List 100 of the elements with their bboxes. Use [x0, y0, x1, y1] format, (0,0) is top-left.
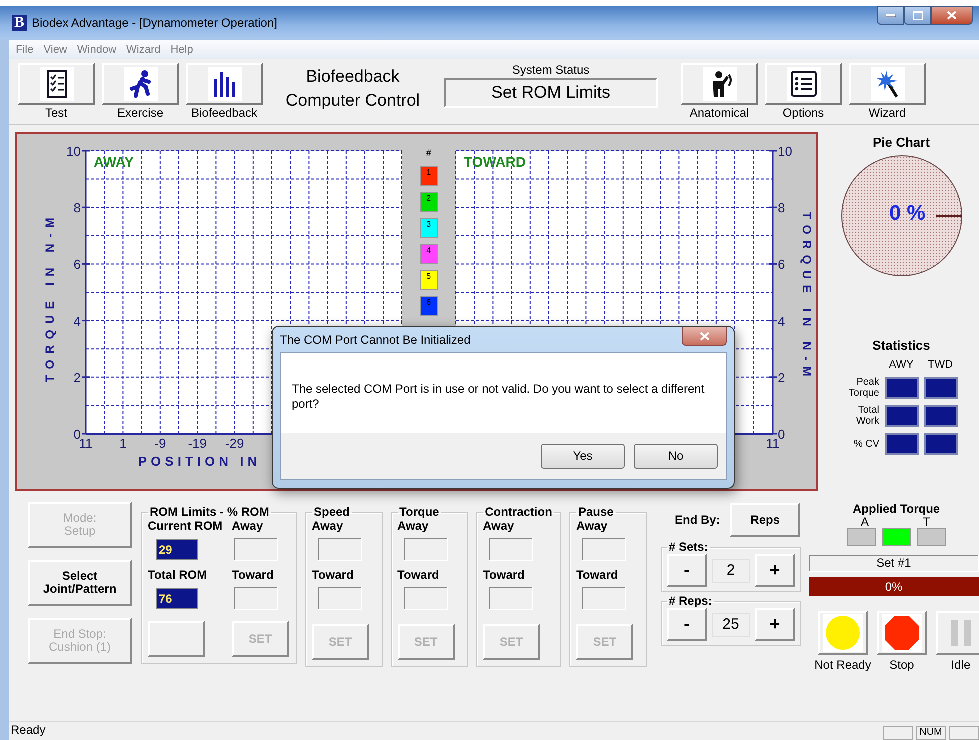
end-by-button[interactable]: Reps — [730, 503, 800, 537]
legend-key: 4 — [420, 244, 438, 264]
statistic-value-box — [884, 405, 918, 427]
statistics-row-label: Total Work — [855, 405, 880, 427]
field-label: Away — [576, 519, 608, 533]
legend-key: 3 — [420, 218, 438, 238]
input-field[interactable] — [582, 538, 626, 561]
app-icon: B — [12, 14, 27, 30]
toolbar-label: Biofeedback — [191, 106, 258, 120]
count-field[interactable]: 2 — [712, 558, 750, 582]
group-title: ROM Limits - % ROM — [149, 505, 270, 519]
dialog-message: The selected COM Port is in use or not valid. Do you want to select a different port? — [292, 382, 706, 412]
stop-sign-icon — [884, 615, 920, 651]
input-field[interactable] — [404, 538, 448, 561]
y-tick-label: 2 — [778, 370, 786, 386]
input-field[interactable] — [318, 587, 362, 610]
group-title: Speed — [313, 505, 352, 519]
applied-torque-title: Applied Torque — [852, 502, 940, 516]
group-title: # Sets: — [668, 540, 710, 554]
input-field[interactable] — [489, 538, 534, 561]
dialog-title: The COM Port Cannot Be Initialized — [280, 332, 471, 346]
decrement-button[interactable]: - — [666, 554, 707, 587]
input-field[interactable] — [234, 538, 278, 561]
dialog-button[interactable]: No — [634, 444, 718, 468]
statistic-value-box — [884, 433, 918, 455]
field-label: Away — [398, 519, 429, 533]
x-tick-label: 11 — [80, 436, 94, 451]
input-field[interactable] — [489, 587, 534, 610]
increment-button[interactable]: + — [754, 554, 795, 587]
statistics-title: Statistics — [872, 338, 930, 353]
increment-button[interactable]: + — [754, 608, 795, 641]
maximize-icon — [912, 11, 922, 20]
magic-wand-icon — [870, 67, 904, 101]
close-icon — [700, 332, 710, 340]
pie-chart-title: Pie Chart — [872, 135, 930, 150]
statistic-value-box — [924, 433, 958, 455]
maximize-button[interactable] — [904, 6, 931, 25]
ready-button[interactable] — [818, 611, 868, 655]
field-label: Toward — [398, 568, 440, 582]
decrement-button[interactable]: - — [666, 608, 707, 641]
group-title: Torque — [398, 505, 440, 519]
y-tick-label: 0 — [74, 427, 82, 442]
y-tick-label: 6 — [778, 257, 786, 272]
x-tick-label: -9 — [155, 436, 167, 451]
y-tick-label: 4 — [778, 314, 786, 329]
input-field[interactable] — [404, 587, 448, 610]
indicator-label: A — [860, 516, 869, 528]
set-display: Set #1 — [808, 555, 979, 572]
run-state-label: Stop — [890, 658, 914, 672]
legend-header: # — [426, 148, 432, 160]
mode-button[interactable]: Select Joint/Pattern — [28, 560, 132, 606]
list-icon — [786, 67, 820, 101]
minimize-button[interactable] — [877, 6, 904, 25]
field-label: Toward — [576, 568, 618, 582]
group-title: Pause — [577, 505, 615, 519]
indicator-label: T — [923, 516, 930, 528]
circle-icon — [824, 615, 861, 651]
y-tick-label: 8 — [74, 200, 82, 216]
system-status-display: Set ROM Limits — [444, 78, 658, 108]
statistic-value-box — [924, 405, 958, 427]
x-tick-label: -19 — [188, 436, 208, 451]
toolbar-button[interactable] — [18, 63, 95, 105]
close-button[interactable] — [682, 327, 727, 346]
field-label: Toward — [483, 568, 525, 582]
pointing-figure-icon — [702, 67, 736, 101]
menu-item[interactable]: Wizard — [122, 44, 166, 56]
menu-item[interactable]: Window — [72, 44, 122, 56]
input-field[interactable] — [582, 587, 626, 610]
total-rom-field[interactable]: 76 — [156, 588, 198, 609]
mode-title: Computer Control — [286, 90, 420, 112]
statistic-value-box — [924, 377, 958, 399]
y-tick-label: 10 — [66, 144, 82, 159]
field-label: Away — [232, 519, 264, 533]
stop-button[interactable] — [876, 611, 927, 655]
menu-item[interactable]: File — [11, 44, 39, 56]
close-button[interactable] — [931, 6, 973, 25]
y-tick-label: 0 — [778, 427, 786, 442]
y-tick-label: 6 — [74, 257, 82, 272]
input-field[interactable] — [318, 538, 362, 561]
end-by-label: End By: — [674, 513, 720, 527]
menu-item[interactable]: Help — [166, 44, 198, 56]
toolbar-button[interactable] — [681, 63, 758, 105]
blank-button[interactable] — [148, 621, 205, 657]
checklist-icon — [40, 67, 74, 101]
menu-item[interactable]: View — [38, 44, 72, 56]
toolbar-label: Anatomical — [690, 106, 750, 120]
count-field[interactable]: 25 — [712, 612, 750, 636]
x-axis-title: POSITION IN — [138, 454, 262, 469]
bar-graph-icon — [208, 67, 242, 101]
input-field[interactable] — [234, 587, 278, 610]
y-axis-title: TORQUE IN N-M — [800, 212, 814, 382]
toolbar-button[interactable] — [102, 63, 179, 105]
field-label: Away — [483, 519, 514, 533]
field-label: Toward — [232, 568, 275, 582]
y-tick-label: 10 — [778, 144, 793, 159]
toolbar-button[interactable] — [765, 63, 842, 105]
current-rom-field[interactable]: 29 — [156, 539, 198, 560]
toolbar-button[interactable] — [186, 63, 263, 105]
dialog-button[interactable]: Yes — [541, 444, 625, 468]
close-icon — [947, 11, 957, 20]
